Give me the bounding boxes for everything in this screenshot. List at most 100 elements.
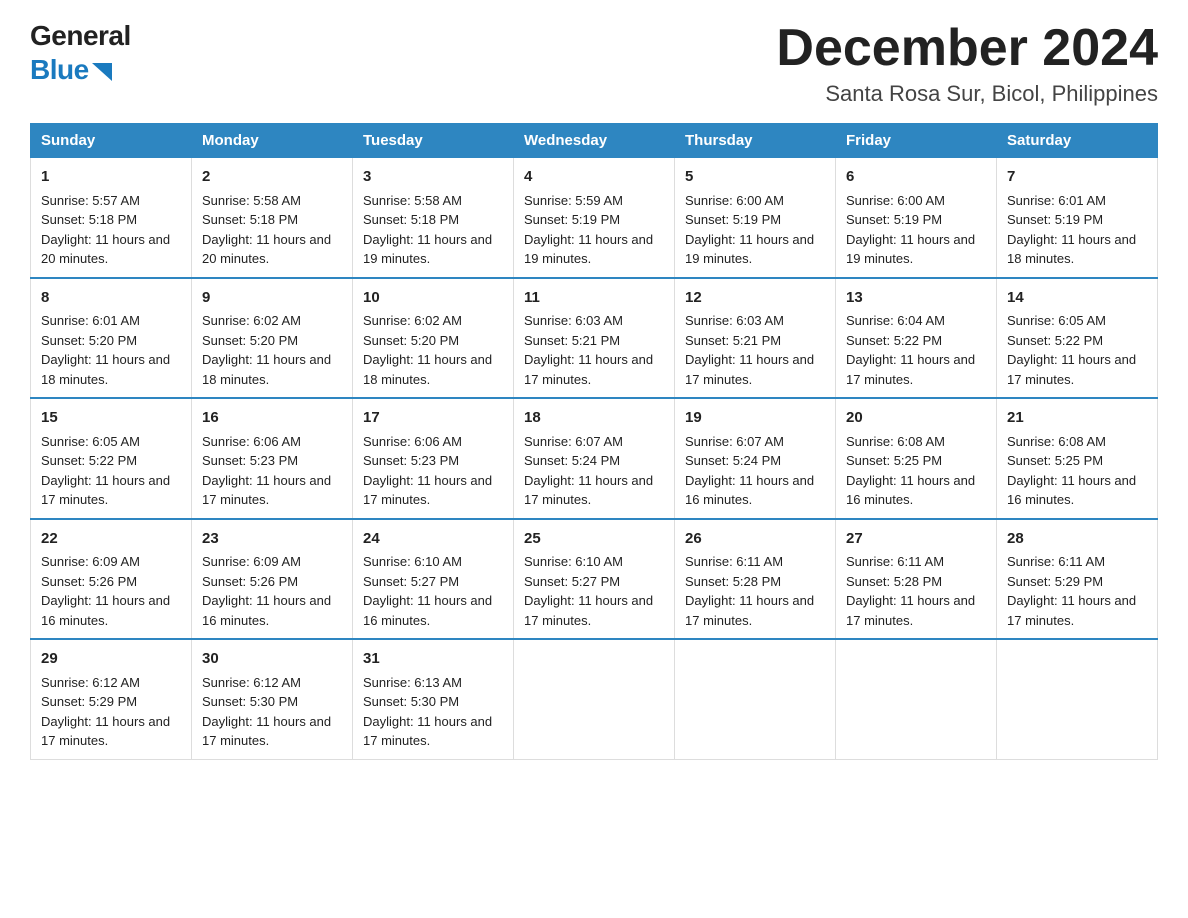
sunset-text: Sunset: 5:27 PM bbox=[524, 574, 620, 589]
logo-triangle-icon bbox=[92, 63, 112, 81]
sunrise-text: Sunrise: 6:10 AM bbox=[363, 554, 462, 569]
daylight-text: Daylight: 11 hours and 17 minutes. bbox=[685, 593, 814, 628]
sunrise-text: Sunrise: 6:09 AM bbox=[41, 554, 140, 569]
calendar-cell: 29 Sunrise: 6:12 AM Sunset: 5:29 PM Dayl… bbox=[31, 639, 192, 759]
sunrise-text: Sunrise: 6:08 AM bbox=[846, 434, 945, 449]
sunrise-text: Sunrise: 6:11 AM bbox=[1007, 554, 1105, 569]
day-number: 19 bbox=[685, 407, 825, 430]
sunset-text: Sunset: 5:23 PM bbox=[363, 453, 459, 468]
sunset-text: Sunset: 5:29 PM bbox=[1007, 574, 1103, 589]
daylight-text: Daylight: 11 hours and 17 minutes. bbox=[41, 473, 170, 508]
daylight-text: Daylight: 11 hours and 17 minutes. bbox=[846, 352, 975, 387]
day-number: 2 bbox=[202, 166, 342, 189]
logo-blue-text: Blue bbox=[30, 52, 131, 88]
sunrise-text: Sunrise: 5:58 AM bbox=[202, 193, 301, 208]
sunrise-text: Sunrise: 6:05 AM bbox=[41, 434, 140, 449]
sunrise-text: Sunrise: 6:12 AM bbox=[202, 675, 301, 690]
daylight-text: Daylight: 11 hours and 19 minutes. bbox=[363, 232, 492, 267]
sunset-text: Sunset: 5:26 PM bbox=[202, 574, 298, 589]
daylight-text: Daylight: 11 hours and 19 minutes. bbox=[846, 232, 975, 267]
day-number: 16 bbox=[202, 407, 342, 430]
sunrise-text: Sunrise: 6:11 AM bbox=[846, 554, 944, 569]
weekday-header-saturday: Saturday bbox=[997, 124, 1158, 158]
daylight-text: Daylight: 11 hours and 19 minutes. bbox=[685, 232, 814, 267]
day-number: 30 bbox=[202, 648, 342, 671]
day-number: 27 bbox=[846, 528, 986, 551]
calendar-cell: 17 Sunrise: 6:06 AM Sunset: 5:23 PM Dayl… bbox=[353, 398, 514, 519]
sunset-text: Sunset: 5:19 PM bbox=[846, 212, 942, 227]
daylight-text: Daylight: 11 hours and 20 minutes. bbox=[41, 232, 170, 267]
sunset-text: Sunset: 5:19 PM bbox=[1007, 212, 1103, 227]
calendar-week-row: 15 Sunrise: 6:05 AM Sunset: 5:22 PM Dayl… bbox=[31, 398, 1158, 519]
title-section: December 2024 Santa Rosa Sur, Bicol, Phi… bbox=[776, 20, 1158, 107]
calendar-cell: 10 Sunrise: 6:02 AM Sunset: 5:20 PM Dayl… bbox=[353, 278, 514, 399]
sunrise-text: Sunrise: 6:03 AM bbox=[685, 313, 784, 328]
day-number: 28 bbox=[1007, 528, 1147, 551]
sunrise-text: Sunrise: 5:58 AM bbox=[363, 193, 462, 208]
daylight-text: Daylight: 11 hours and 16 minutes. bbox=[685, 473, 814, 508]
weekday-header-sunday: Sunday bbox=[31, 124, 192, 158]
calendar-cell: 13 Sunrise: 6:04 AM Sunset: 5:22 PM Dayl… bbox=[836, 278, 997, 399]
daylight-text: Daylight: 11 hours and 18 minutes. bbox=[363, 352, 492, 387]
calendar-cell bbox=[675, 639, 836, 759]
day-number: 7 bbox=[1007, 166, 1147, 189]
sunrise-text: Sunrise: 6:01 AM bbox=[41, 313, 140, 328]
sunset-text: Sunset: 5:28 PM bbox=[846, 574, 942, 589]
calendar-cell: 23 Sunrise: 6:09 AM Sunset: 5:26 PM Dayl… bbox=[192, 519, 353, 640]
daylight-text: Daylight: 11 hours and 16 minutes. bbox=[1007, 473, 1136, 508]
day-number: 14 bbox=[1007, 287, 1147, 310]
location-subtitle: Santa Rosa Sur, Bicol, Philippines bbox=[776, 81, 1158, 107]
sunrise-text: Sunrise: 6:00 AM bbox=[846, 193, 945, 208]
calendar-cell: 7 Sunrise: 6:01 AM Sunset: 5:19 PM Dayli… bbox=[997, 158, 1158, 278]
sunset-text: Sunset: 5:19 PM bbox=[685, 212, 781, 227]
calendar-cell: 24 Sunrise: 6:10 AM Sunset: 5:27 PM Dayl… bbox=[353, 519, 514, 640]
weekday-header-wednesday: Wednesday bbox=[514, 124, 675, 158]
sunset-text: Sunset: 5:19 PM bbox=[524, 212, 620, 227]
calendar-cell: 9 Sunrise: 6:02 AM Sunset: 5:20 PM Dayli… bbox=[192, 278, 353, 399]
sunset-text: Sunset: 5:20 PM bbox=[41, 333, 137, 348]
day-number: 21 bbox=[1007, 407, 1147, 430]
calendar-header-row: SundayMondayTuesdayWednesdayThursdayFrid… bbox=[31, 124, 1158, 158]
sunset-text: Sunset: 5:26 PM bbox=[41, 574, 137, 589]
sunset-text: Sunset: 5:22 PM bbox=[1007, 333, 1103, 348]
sunrise-text: Sunrise: 6:11 AM bbox=[685, 554, 783, 569]
calendar-cell: 21 Sunrise: 6:08 AM Sunset: 5:25 PM Dayl… bbox=[997, 398, 1158, 519]
calendar-cell: 1 Sunrise: 5:57 AM Sunset: 5:18 PM Dayli… bbox=[31, 158, 192, 278]
weekday-header-monday: Monday bbox=[192, 124, 353, 158]
daylight-text: Daylight: 11 hours and 17 minutes. bbox=[41, 714, 170, 749]
sunset-text: Sunset: 5:24 PM bbox=[685, 453, 781, 468]
calendar-cell: 4 Sunrise: 5:59 AM Sunset: 5:19 PM Dayli… bbox=[514, 158, 675, 278]
calendar-cell: 28 Sunrise: 6:11 AM Sunset: 5:29 PM Dayl… bbox=[997, 519, 1158, 640]
day-number: 22 bbox=[41, 528, 181, 551]
daylight-text: Daylight: 11 hours and 17 minutes. bbox=[363, 714, 492, 749]
sunrise-text: Sunrise: 6:13 AM bbox=[363, 675, 462, 690]
daylight-text: Daylight: 11 hours and 16 minutes. bbox=[41, 593, 170, 628]
calendar-cell: 31 Sunrise: 6:13 AM Sunset: 5:30 PM Dayl… bbox=[353, 639, 514, 759]
daylight-text: Daylight: 11 hours and 17 minutes. bbox=[685, 352, 814, 387]
day-number: 31 bbox=[363, 648, 503, 671]
sunrise-text: Sunrise: 6:09 AM bbox=[202, 554, 301, 569]
calendar-week-row: 22 Sunrise: 6:09 AM Sunset: 5:26 PM Dayl… bbox=[31, 519, 1158, 640]
weekday-header-tuesday: Tuesday bbox=[353, 124, 514, 158]
day-number: 3 bbox=[363, 166, 503, 189]
calendar-cell: 11 Sunrise: 6:03 AM Sunset: 5:21 PM Dayl… bbox=[514, 278, 675, 399]
calendar-cell: 3 Sunrise: 5:58 AM Sunset: 5:18 PM Dayli… bbox=[353, 158, 514, 278]
calendar-cell: 8 Sunrise: 6:01 AM Sunset: 5:20 PM Dayli… bbox=[31, 278, 192, 399]
daylight-text: Daylight: 11 hours and 17 minutes. bbox=[202, 473, 331, 508]
calendar-cell: 22 Sunrise: 6:09 AM Sunset: 5:26 PM Dayl… bbox=[31, 519, 192, 640]
calendar-cell: 18 Sunrise: 6:07 AM Sunset: 5:24 PM Dayl… bbox=[514, 398, 675, 519]
logo: General Blue bbox=[30, 20, 131, 88]
sunset-text: Sunset: 5:18 PM bbox=[363, 212, 459, 227]
calendar-cell: 5 Sunrise: 6:00 AM Sunset: 5:19 PM Dayli… bbox=[675, 158, 836, 278]
sunrise-text: Sunrise: 6:12 AM bbox=[41, 675, 140, 690]
daylight-text: Daylight: 11 hours and 16 minutes. bbox=[202, 593, 331, 628]
sunrise-text: Sunrise: 6:02 AM bbox=[202, 313, 301, 328]
daylight-text: Daylight: 11 hours and 17 minutes. bbox=[524, 352, 653, 387]
sunset-text: Sunset: 5:22 PM bbox=[41, 453, 137, 468]
sunrise-text: Sunrise: 6:07 AM bbox=[685, 434, 784, 449]
day-number: 9 bbox=[202, 287, 342, 310]
day-number: 11 bbox=[524, 287, 664, 310]
calendar-cell bbox=[836, 639, 997, 759]
sunrise-text: Sunrise: 6:06 AM bbox=[363, 434, 462, 449]
calendar-cell: 19 Sunrise: 6:07 AM Sunset: 5:24 PM Dayl… bbox=[675, 398, 836, 519]
